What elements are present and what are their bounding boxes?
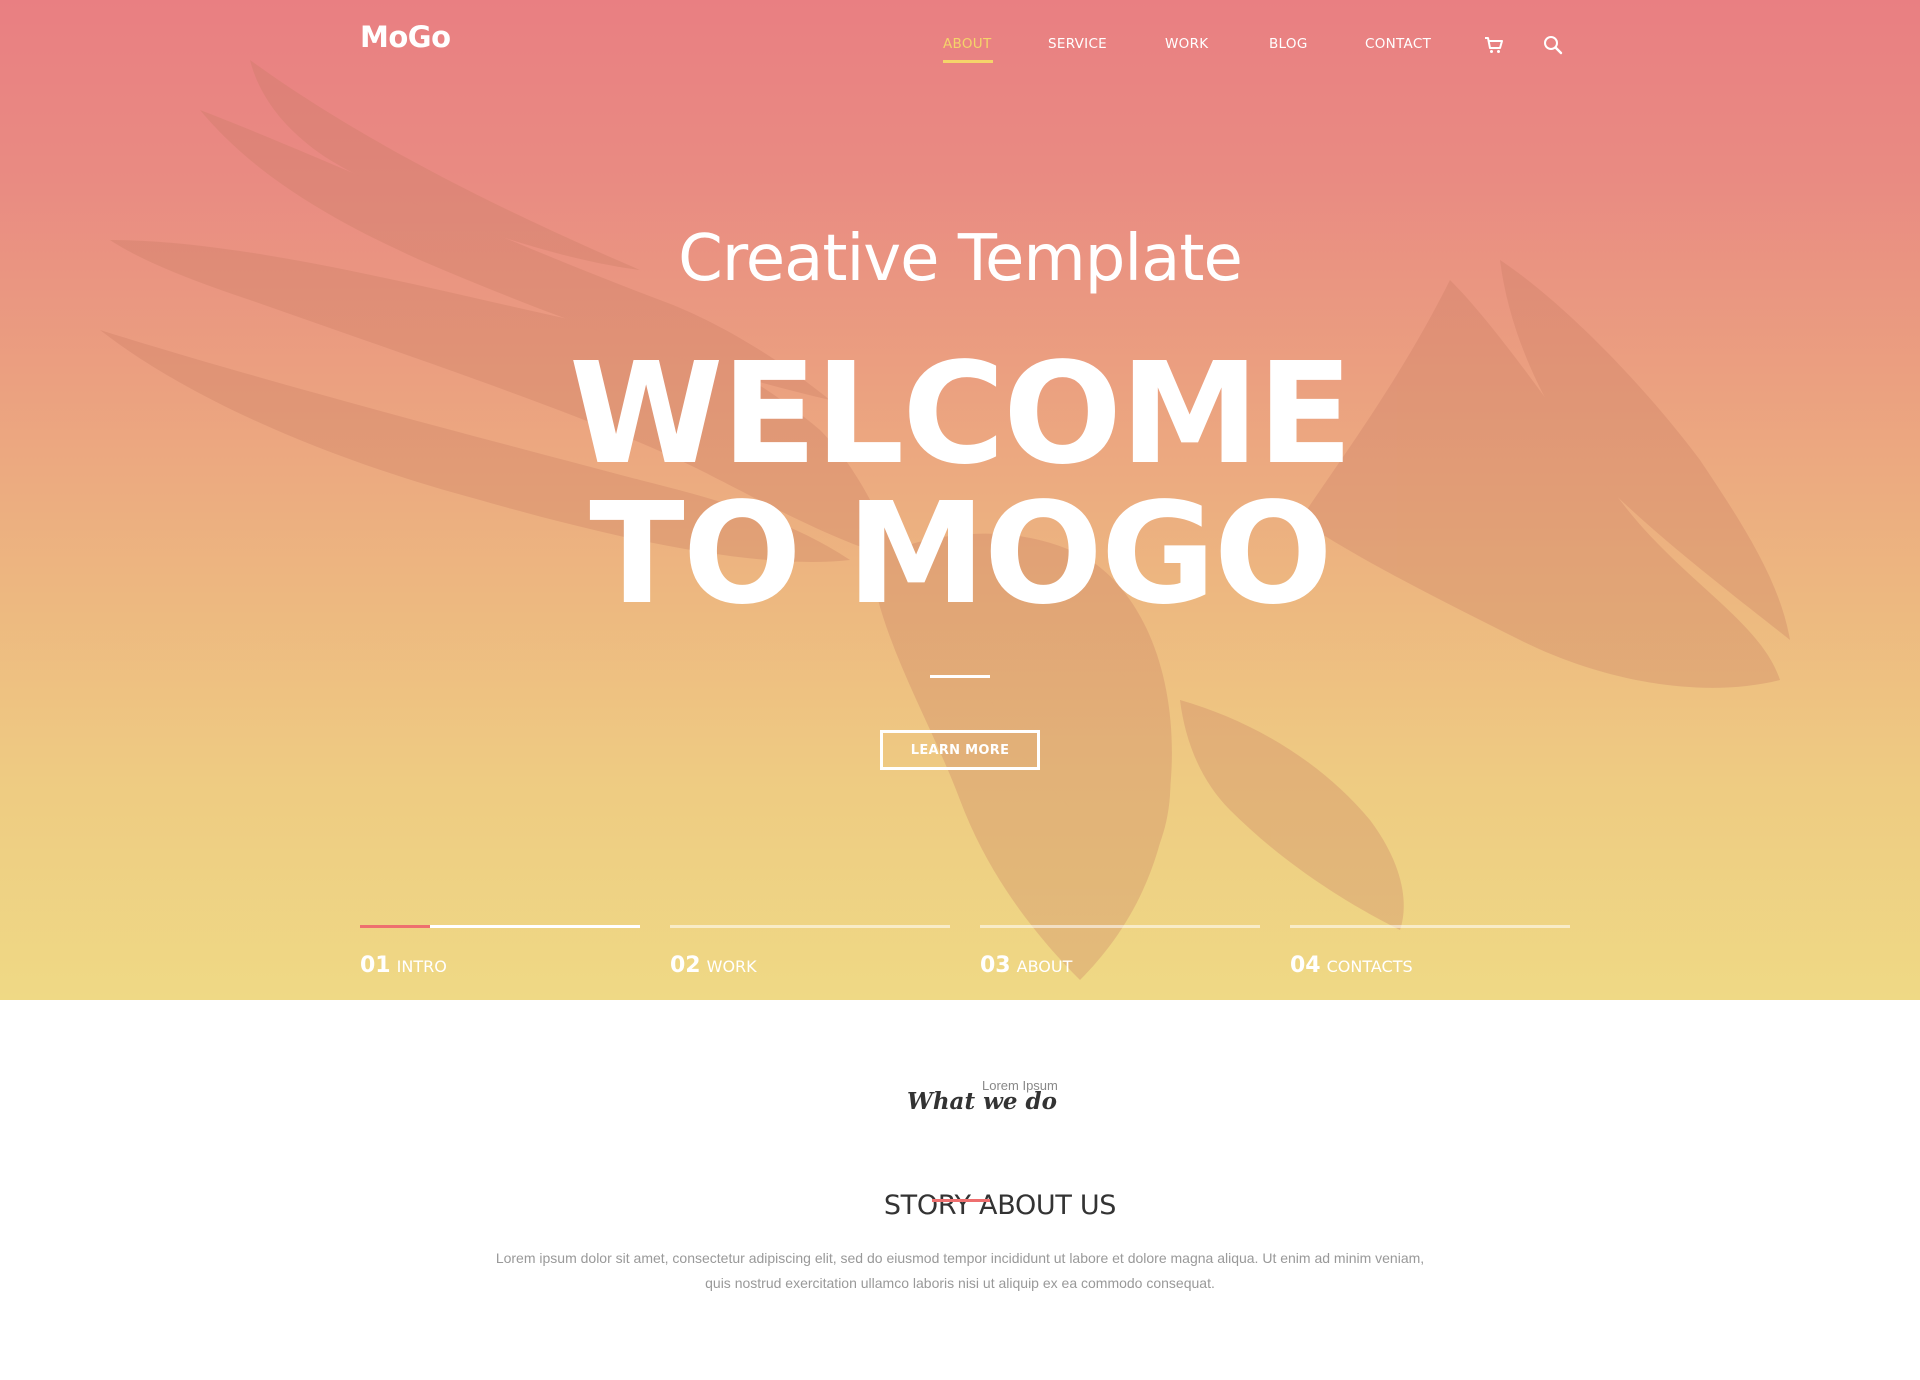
slider-tab-label: 01 INTRO xyxy=(360,953,447,978)
slider-tab-label: 04 CONTACTS xyxy=(1290,953,1413,978)
nav-item-contact[interactable]: CONTACT xyxy=(1365,36,1431,52)
slider-tab-number: 01 xyxy=(360,953,391,978)
nav-item-blog[interactable]: BLOG xyxy=(1269,36,1308,52)
hero-divider xyxy=(930,675,990,678)
nav-item-about[interactable]: ABOUT xyxy=(943,36,992,52)
nav-item-work[interactable]: WORK xyxy=(1165,36,1208,52)
slider-tab-text: CONTACTS xyxy=(1326,957,1413,976)
slider-tab-text: INTRO xyxy=(396,957,447,976)
slider-track xyxy=(980,925,1260,928)
hero-headline-line1: WELCOME xyxy=(569,333,1353,496)
slider-track xyxy=(670,925,950,928)
slider-tab-intro[interactable]: 01 INTRO xyxy=(360,925,642,985)
slider-progress-rest xyxy=(430,925,640,928)
slider-tab-text: ABOUT xyxy=(1016,957,1073,976)
slider-tab-work[interactable]: 02 WORK xyxy=(670,925,952,985)
slider-track xyxy=(1290,925,1570,928)
slider-progress-fill xyxy=(360,925,430,928)
slider-tab-contacts[interactable]: 04 CONTACTS xyxy=(1290,925,1572,985)
slider-tab-text: WORK xyxy=(706,957,757,976)
slider-tab-label: 02 WORK xyxy=(670,953,757,978)
hero-section: MoGo ABOUT SERVICE WORK BLOG CONTACT Cre… xyxy=(0,0,1920,1000)
hero-headline-line2: TO MOGO xyxy=(589,473,1333,636)
nav-active-indicator xyxy=(943,60,993,63)
section-title: STORY ABOUT US xyxy=(883,1190,1117,1221)
learn-more-button[interactable]: LEARN MORE xyxy=(880,730,1040,770)
slider-tab-number: 02 xyxy=(670,953,701,978)
section-title-accent-line xyxy=(932,1199,990,1202)
nav-item-service[interactable]: SERVICE xyxy=(1048,36,1107,52)
slider-tab-number: 04 xyxy=(1290,953,1321,978)
section-description: Lorem ipsum dolor sit amet, consectetur … xyxy=(460,1246,1460,1296)
search-icon-glyph xyxy=(1544,36,1563,55)
hero-subtitle: Creative Template xyxy=(678,222,1243,296)
section-description-line1: Lorem ipsum dolor sit amet, consectetur … xyxy=(495,1250,1425,1266)
cart-icon-glyph xyxy=(1485,37,1503,53)
slider-tab-label: 03 ABOUT xyxy=(980,953,1072,978)
section-description-line2: quis nostrud exercitation ullamco labori… xyxy=(705,1275,1215,1291)
cart-icon[interactable] xyxy=(1483,34,1505,56)
section-small-label: Lorem Ipsum xyxy=(982,1078,1058,1093)
slider-tab-number: 03 xyxy=(980,953,1011,978)
search-icon[interactable] xyxy=(1542,34,1564,56)
slider-tab-about[interactable]: 03 ABOUT xyxy=(980,925,1262,985)
